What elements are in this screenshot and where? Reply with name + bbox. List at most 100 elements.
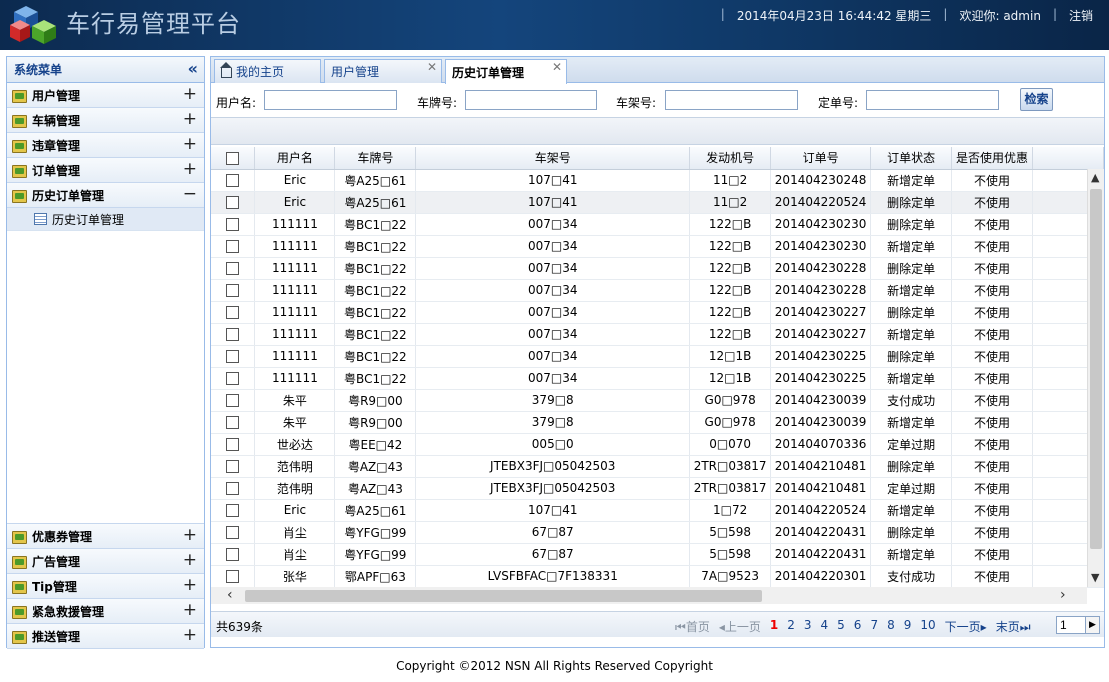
table-row[interactable]: 朱平 粤R9□00 379□8 G0□978 201404230039 支付成功 不使用	[211, 389, 1104, 412]
tab-user-management[interactable]: 用户管理 ✕	[324, 59, 442, 83]
horizontal-scrollbar[interactable]: ‹ ›	[211, 587, 1087, 604]
scroll-left-icon[interactable]: ‹	[227, 587, 233, 603]
expand-icon[interactable]: +	[183, 134, 197, 154]
table-row[interactable]: 111111 粤BC1□22 007□34 12□1B 201404230225 新增定单…	[211, 367, 1104, 390]
row-checkbox[interactable]	[226, 438, 240, 451]
sidebar-item-top-3[interactable]: 订单管理 +	[7, 158, 204, 183]
column-header[interactable]: 发动机号	[689, 147, 772, 170]
column-header[interactable]: 订单号	[770, 147, 872, 170]
table-row[interactable]: 肖尘 粤YFG□99 67□87 5□598 201404220431 新增定单 不使用	[211, 543, 1104, 566]
sidebar-item-top-0[interactable]: 用户管理 +	[7, 83, 204, 108]
logout-link[interactable]: 注销	[1063, 7, 1099, 24]
column-header[interactable]: 订单状态	[870, 147, 953, 170]
prev-page-button[interactable]: ◂上一页	[719, 618, 761, 635]
tab-home[interactable]: 我的主页	[214, 59, 321, 83]
sidebar-item-bottom-0[interactable]: 优惠券管理 +	[7, 524, 204, 549]
table-row[interactable]: 范伟明 粤AZ□43 JTEBX3FJ□05042503 2TR□03817 20140…	[211, 455, 1104, 478]
select-all-checkbox[interactable]	[226, 151, 240, 165]
page-link[interactable]: 3	[804, 618, 812, 635]
page-link[interactable]: 6	[854, 618, 862, 635]
row-checkbox[interactable]	[226, 460, 240, 473]
table-row[interactable]: 张华 鄂APF□63 LVSFBFAC□7F138331 7A□9523 2014042…	[211, 565, 1104, 588]
collapse-icon[interactable]: −	[183, 184, 197, 204]
column-header[interactable]: 车牌号	[334, 147, 417, 170]
frame-input[interactable]	[665, 90, 798, 110]
table-row[interactable]: Eric 粤A25□61 107□41 1□72 201404220524 新增定单 不使用	[211, 499, 1104, 522]
page-link[interactable]: 7	[870, 618, 878, 635]
vertical-scrollbar[interactable]: ▲ ▼	[1087, 169, 1104, 587]
expand-icon[interactable]: +	[183, 84, 197, 104]
row-checkbox[interactable]	[226, 526, 240, 539]
row-checkbox[interactable]	[226, 350, 240, 363]
table-row[interactable]: 111111 粤BC1□22 007□34 122□B 201404230230 新增定单…	[211, 235, 1104, 258]
search-button[interactable]: 检索	[1020, 88, 1053, 111]
scroll-down-icon[interactable]: ▼	[1091, 571, 1099, 584]
sidebar-item-top-2[interactable]: 违章管理 +	[7, 133, 204, 158]
tab-history-orders[interactable]: 历史订单管理 ✕	[445, 59, 567, 84]
table-row[interactable]: 111111 粤BC1□22 007□34 122□B 201404230227 新增定单…	[211, 323, 1104, 346]
expand-icon[interactable]: +	[183, 109, 197, 129]
row-checkbox[interactable]	[226, 482, 240, 495]
expand-icon[interactable]: +	[183, 159, 197, 179]
column-header[interactable]: 车架号	[415, 147, 691, 170]
table-row[interactable]: 肖尘 粤YFG□99 67□87 5□598 201404220431 删除定单 不使用	[211, 521, 1104, 544]
table-row[interactable]: 世必达 粤EE□42 005□0 0□070 201404070336 定单过期 不使用	[211, 433, 1104, 456]
scroll-right-icon[interactable]: ›	[1060, 587, 1066, 603]
table-row[interactable]: 111111 粤BC1□22 007□34 122□B 201404230227 删除定单…	[211, 301, 1104, 324]
last-page-button[interactable]: 末页⏭	[996, 618, 1031, 635]
sidebar-item-bottom-1[interactable]: 广告管理 +	[7, 549, 204, 574]
expand-icon[interactable]: +	[183, 600, 197, 620]
row-checkbox[interactable]	[226, 570, 240, 583]
sidebar-item-top-1[interactable]: 车辆管理 +	[7, 108, 204, 133]
row-checkbox[interactable]	[226, 394, 240, 407]
sidebar-item-bottom-2[interactable]: Tip管理 +	[7, 574, 204, 599]
table-row[interactable]: 朱平 粤R9□00 379□8 G0□978 201404230039 新增定单 不使用	[211, 411, 1104, 434]
table-row[interactable]: 111111 粤BC1□22 007□34 122□B 201404230230 删除定单…	[211, 213, 1104, 236]
row-checkbox[interactable]	[226, 240, 240, 253]
sidebar-item-top-4[interactable]: 历史订单管理 −	[7, 183, 204, 208]
page-link[interactable]: 5	[837, 618, 845, 635]
table-row[interactable]: Eric 粤A25□61 107□41 11□2 201404220524 删除定单 不使用	[211, 191, 1104, 214]
row-checkbox[interactable]	[226, 504, 240, 517]
plate-input[interactable]	[465, 90, 597, 110]
order-input[interactable]	[866, 90, 999, 110]
expand-icon[interactable]: +	[183, 550, 197, 570]
row-checkbox[interactable]	[226, 306, 240, 319]
row-checkbox[interactable]	[226, 328, 240, 341]
table-row[interactable]: 范伟明 粤AZ□43 JTEBX3FJ□05042503 2TR□03817 20140…	[211, 477, 1104, 500]
expand-icon[interactable]: +	[183, 625, 197, 645]
page-link[interactable]: 4	[821, 618, 829, 635]
sidebar-subitem-history-orders[interactable]: 历史订单管理	[7, 208, 204, 231]
close-icon[interactable]: ✕	[427, 60, 437, 74]
page-link[interactable]: 9	[904, 618, 912, 635]
table-row[interactable]: Eric 粤A25□61 107□41 11□2 201404230248 新增定单 不使用	[211, 169, 1104, 192]
row-checkbox[interactable]	[226, 218, 240, 231]
page-link[interactable]: 1	[770, 618, 778, 635]
column-header[interactable]: 是否使用优惠	[951, 147, 1034, 170]
page-link[interactable]: 10	[920, 618, 935, 635]
sidebar-item-bottom-3[interactable]: 紧急救援管理 +	[7, 599, 204, 624]
column-header[interactable]: 用户名	[254, 147, 336, 170]
select-all-header[interactable]	[211, 147, 256, 170]
collapse-sidebar-icon[interactable]: «	[188, 59, 198, 78]
sidebar-item-bottom-4[interactable]: 推送管理 +	[7, 624, 204, 649]
close-icon[interactable]: ✕	[552, 60, 562, 74]
go-page-icon[interactable]: ▶	[1085, 616, 1100, 634]
table-row[interactable]: 111111 粤BC1□22 007□34 12□1B 201404230225 删除定单…	[211, 345, 1104, 368]
expand-icon[interactable]: +	[183, 575, 197, 595]
next-page-button[interactable]: 下一页▸	[945, 618, 987, 635]
page-link[interactable]: 8	[887, 618, 895, 635]
page-link[interactable]: 2	[787, 618, 795, 635]
row-checkbox[interactable]	[226, 284, 240, 297]
expand-icon[interactable]: +	[183, 525, 197, 545]
row-checkbox[interactable]	[226, 372, 240, 385]
row-checkbox[interactable]	[226, 548, 240, 561]
username-input[interactable]	[264, 90, 397, 110]
first-page-button[interactable]: ⏮首页	[675, 618, 710, 635]
table-row[interactable]: 111111 粤BC1□22 007□34 122□B 201404230228 删除定单…	[211, 257, 1104, 280]
row-checkbox[interactable]	[226, 262, 240, 275]
row-checkbox[interactable]	[226, 174, 240, 187]
table-row[interactable]: 111111 粤BC1□22 007□34 122□B 201404230228 新增定单…	[211, 279, 1104, 302]
row-checkbox[interactable]	[226, 196, 240, 209]
row-checkbox[interactable]	[226, 416, 240, 429]
